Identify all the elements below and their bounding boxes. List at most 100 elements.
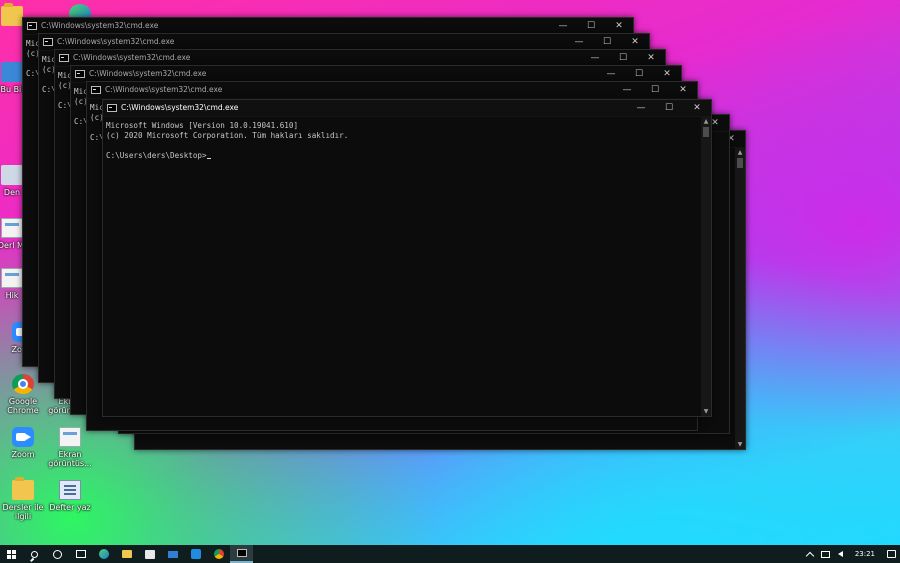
console-copyright-line: (c) 2020 Microsoft Corporation. Tüm hakl… bbox=[106, 131, 349, 140]
edge-icon bbox=[98, 549, 109, 559]
folder-icon bbox=[1, 3, 23, 26]
taskbar-zoom[interactable] bbox=[184, 545, 207, 563]
generic-icon bbox=[1, 165, 23, 185]
search-button[interactable] bbox=[23, 545, 46, 563]
cmd-title: C:\Windows\system32\cmd.exe bbox=[73, 53, 191, 62]
maximize-button[interactable]: ☐ bbox=[593, 34, 621, 50]
cortana-icon bbox=[53, 549, 62, 559]
scroll-up-icon[interactable]: ▲ bbox=[735, 148, 745, 157]
taskbar-store[interactable] bbox=[138, 545, 161, 563]
taskbar: 23:21 bbox=[0, 545, 900, 563]
close-button[interactable]: ✕ bbox=[605, 18, 633, 34]
notification-icon bbox=[887, 550, 896, 558]
minimize-button[interactable]: — bbox=[565, 34, 593, 50]
minimize-button[interactable]: — bbox=[597, 66, 625, 82]
chrome-icon bbox=[12, 374, 34, 394]
file-explorer-icon bbox=[121, 550, 132, 558]
cmd-icon bbox=[27, 22, 37, 30]
cortana-button[interactable] bbox=[46, 545, 69, 563]
maximize-button[interactable]: ☐ bbox=[577, 18, 605, 34]
desktop-icon-screenshot-2[interactable]: Ekran görüntüs... bbox=[45, 427, 95, 468]
scroll-down-icon[interactable]: ▼ bbox=[701, 407, 711, 416]
desktop-icon-label: Den bbox=[3, 188, 21, 197]
show-hidden-icons-button[interactable] bbox=[803, 545, 817, 563]
close-button[interactable]: ✕ bbox=[637, 50, 665, 66]
close-button[interactable]: ✕ bbox=[669, 82, 697, 98]
close-button[interactable]: ✕ bbox=[683, 100, 711, 116]
start-button[interactable] bbox=[0, 545, 23, 563]
store-icon bbox=[144, 549, 155, 559]
task-view-button[interactable] bbox=[69, 545, 92, 563]
desktop-icon-zoom-2[interactable]: Zoom bbox=[0, 427, 48, 459]
document-icon bbox=[1, 218, 23, 238]
cmd-icon bbox=[107, 104, 117, 112]
volume-button[interactable] bbox=[834, 545, 847, 563]
cmd-icon bbox=[91, 86, 101, 94]
cmd-icon bbox=[43, 38, 53, 46]
cmd-titlebar[interactable]: C:\Windows\system32\cmd.exe — ☐ ✕ bbox=[87, 82, 697, 99]
start-icon bbox=[7, 549, 16, 559]
screenshot-icon bbox=[59, 427, 81, 447]
scroll-down-icon[interactable]: ▼ bbox=[735, 440, 745, 449]
taskbar-file-explorer[interactable] bbox=[115, 545, 138, 563]
scroll-up-icon[interactable]: ▲ bbox=[701, 117, 711, 126]
close-button[interactable]: ✕ bbox=[653, 66, 681, 82]
vertical-scrollbar[interactable]: ▲ ▼ bbox=[735, 148, 745, 449]
desktop-icon-defter[interactable]: Defter yaz bbox=[45, 480, 95, 512]
cmd-title: C:\Windows\system32\cmd.exe bbox=[41, 21, 159, 30]
console-prompt: C:\Users\ders\Desktop> bbox=[106, 151, 207, 160]
chrome-icon bbox=[213, 549, 224, 559]
desktop-icon-label: Ekran görüntüs... bbox=[48, 450, 92, 468]
cmd-title: C:\Windows\system32\cmd.exe bbox=[57, 37, 175, 46]
volume-icon bbox=[837, 551, 843, 557]
cmd-icon bbox=[75, 70, 85, 78]
console-version-line: Microsoft Windows [Version 10.0.19041.61… bbox=[106, 121, 299, 130]
desktop-icon-dersler[interactable]: Dersler ile ilgili bbox=[0, 477, 48, 521]
task-view-icon bbox=[75, 550, 86, 558]
maximize-button[interactable]: ☐ bbox=[641, 82, 669, 98]
mail-icon bbox=[167, 550, 178, 558]
minimize-button[interactable]: — bbox=[613, 82, 641, 98]
cmd-title: C:\Windows\system32\cmd.exe bbox=[105, 85, 223, 94]
close-button[interactable]: ✕ bbox=[621, 34, 649, 50]
chevron-up-icon bbox=[805, 551, 815, 560]
maximize-button[interactable]: ☐ bbox=[625, 66, 653, 82]
network-button[interactable] bbox=[817, 545, 834, 563]
maximize-button[interactable]: ☐ bbox=[609, 50, 637, 66]
vertical-scrollbar[interactable]: ▲ ▼ bbox=[701, 117, 711, 416]
cmd-icon bbox=[236, 549, 247, 557]
search-icon bbox=[31, 550, 38, 558]
clock[interactable]: 23:21 bbox=[847, 545, 883, 563]
notepad-icon bbox=[59, 480, 81, 500]
folder-icon bbox=[12, 477, 34, 500]
desktop-icon-label: Hik bbox=[5, 291, 19, 300]
desktop-icon-label: Google Chrome bbox=[7, 397, 39, 415]
taskbar-mail[interactable] bbox=[161, 545, 184, 563]
cmd-icon bbox=[59, 54, 69, 62]
taskbar-edge[interactable] bbox=[92, 545, 115, 563]
computer-icon bbox=[1, 62, 23, 82]
console-prompt-line: C:\Users\ders\Desktop> bbox=[106, 151, 711, 161]
desktop-icon-label: Zoom bbox=[11, 450, 35, 459]
scroll-thumb[interactable] bbox=[737, 158, 743, 168]
cmd-title: C:\Windows\system32\cmd.exe bbox=[89, 69, 207, 78]
document-icon bbox=[1, 268, 23, 288]
minimize-button[interactable]: — bbox=[549, 18, 577, 34]
system-tray: 23:21 bbox=[803, 545, 900, 563]
zoom-icon bbox=[12, 427, 34, 447]
cmd-title: C:\Windows\system32\cmd.exe bbox=[121, 103, 239, 112]
cmd-titlebar[interactable]: C:\Windows\system32\cmd.exe — ☐ ✕ bbox=[103, 100, 711, 117]
taskbar-chrome[interactable] bbox=[207, 545, 230, 563]
cmd-window-active[interactable]: C:\Windows\system32\cmd.exe — ☐ ✕ Micros… bbox=[102, 99, 712, 417]
taskbar-cmd[interactable] bbox=[230, 545, 253, 563]
text-cursor bbox=[206, 158, 211, 159]
minimize-button[interactable]: — bbox=[627, 100, 655, 116]
action-center-button[interactable] bbox=[883, 545, 900, 563]
scroll-thumb[interactable] bbox=[703, 127, 709, 137]
minimize-button[interactable]: — bbox=[581, 50, 609, 66]
desktop-icon-label: Dersler ile ilgili bbox=[2, 503, 44, 521]
cmd-console[interactable]: Microsoft Windows [Version 10.0.19041.61… bbox=[103, 117, 711, 416]
maximize-button[interactable]: ☐ bbox=[655, 100, 683, 116]
network-icon bbox=[820, 550, 830, 558]
